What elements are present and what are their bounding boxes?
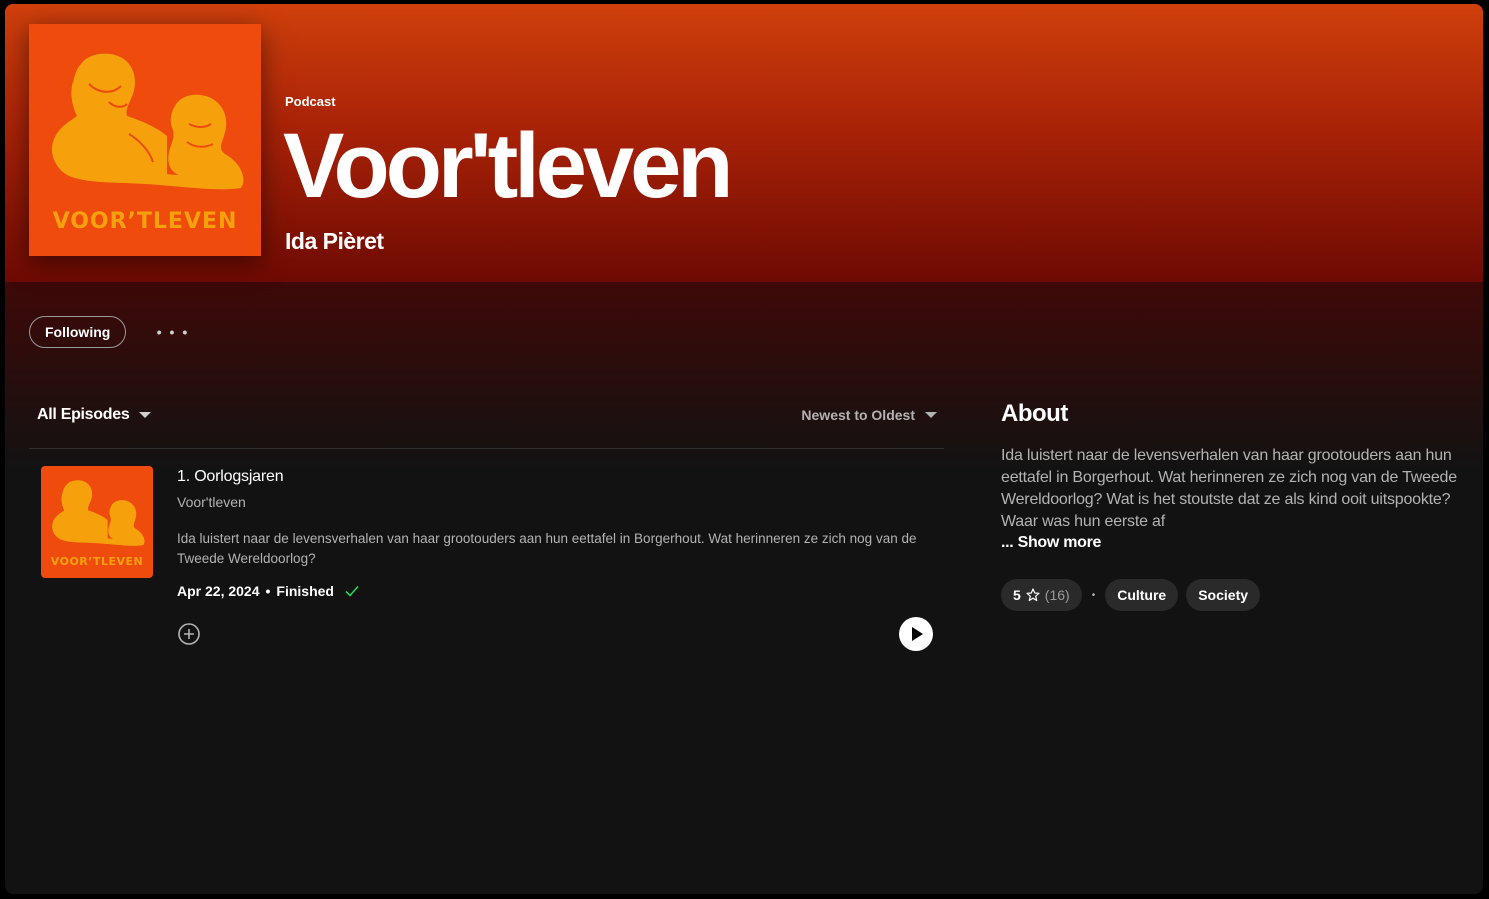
category-chip-society[interactable]: Society	[1186, 579, 1261, 611]
divider	[29, 448, 944, 449]
star-icon	[1026, 588, 1040, 602]
podcast-cover: VOOR’TLEVEN	[29, 24, 261, 256]
episode-description: Ida luistert naar de levensverhalen van …	[177, 531, 917, 566]
meta-separator: •	[265, 583, 271, 599]
show-more-button[interactable]: ... Show more	[1001, 534, 1101, 552]
play-icon	[912, 627, 923, 641]
episodes-filter-label: All Episodes	[37, 406, 130, 423]
about-text: Ida luistert naar de levensverhalen van …	[1001, 447, 1457, 530]
episode-title[interactable]: 1. Oorlogsjaren	[177, 468, 284, 486]
following-button[interactable]: Following	[29, 316, 127, 348]
app-window: VOOR’TLEVEN Podcast Voor'tleven Ida Pièr…	[5, 4, 1483, 894]
podcast-author[interactable]: Ida Pièret	[285, 228, 384, 255]
rating-value: 5	[1013, 587, 1021, 603]
cover-text: VOOR’TLEVEN	[52, 209, 238, 234]
caret-down-icon	[925, 412, 937, 418]
rating-count: (16)	[1044, 587, 1070, 603]
rating-and-categories: 5 (16) • Culture Society	[1001, 579, 1261, 611]
sort-label: Newest to Oldest	[801, 407, 915, 423]
episode-status: Finished	[276, 583, 334, 599]
about-heading: About	[1001, 400, 1068, 427]
episodes-filter-dropdown[interactable]: All Episodes	[37, 406, 152, 424]
page-title: Voor'tleven	[283, 115, 734, 217]
header-fade	[5, 282, 1483, 472]
check-icon	[345, 585, 359, 597]
chip-separator: •	[1091, 589, 1096, 601]
content-type-label: Podcast	[285, 94, 336, 109]
episode-meta: Apr 22, 2024 • Finished	[177, 583, 360, 599]
thumbnail-text: VOOR’TLEVEN	[50, 555, 144, 568]
category-chip-culture[interactable]: Culture	[1105, 579, 1179, 611]
play-button[interactable]	[899, 617, 933, 651]
add-circle-icon[interactable]	[177, 622, 201, 646]
episode-date: Apr 22, 2024	[177, 583, 260, 599]
episode-show-name[interactable]: Voor'tleven	[177, 494, 246, 510]
rating-chip[interactable]: 5 (16)	[1001, 579, 1082, 611]
more-options-button[interactable]: • • •	[155, 320, 191, 344]
caret-down-icon	[139, 412, 152, 418]
sort-dropdown[interactable]: Newest to Oldest	[801, 407, 937, 423]
episode-thumbnail[interactable]: VOOR’TLEVEN	[41, 466, 153, 578]
